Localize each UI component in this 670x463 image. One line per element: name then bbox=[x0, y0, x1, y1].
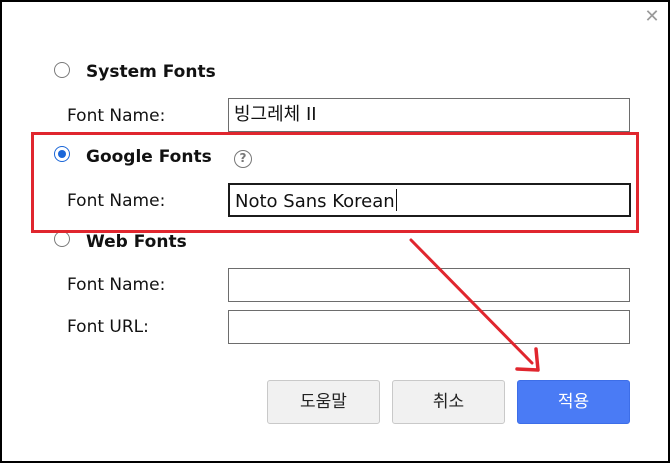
font-dialog: ✕ System Fonts Font Name: 빙그레체 II Google… bbox=[0, 0, 670, 463]
google-font-name-input[interactable]: Noto Sans Korean bbox=[228, 183, 631, 217]
system-fonts-title: System Fonts bbox=[86, 62, 216, 82]
google-fonts-title: Google Fonts bbox=[86, 147, 212, 167]
google-fonts-radio[interactable] bbox=[54, 146, 70, 162]
help-button[interactable]: 도움말 bbox=[267, 380, 380, 424]
system-font-name-value: 빙그레체 II bbox=[234, 104, 317, 125]
web-font-url-label: Font URL: bbox=[67, 317, 149, 337]
close-icon[interactable]: ✕ bbox=[642, 6, 662, 28]
system-font-name-label: Font Name: bbox=[67, 106, 166, 126]
web-font-name-input[interactable] bbox=[228, 268, 630, 302]
web-fonts-title: Web Fonts bbox=[86, 232, 187, 252]
apply-button[interactable]: 적용 bbox=[517, 380, 630, 424]
system-fonts-radio[interactable] bbox=[54, 62, 70, 78]
web-fonts-radio[interactable] bbox=[54, 231, 70, 247]
google-font-name-label: Font Name: bbox=[67, 191, 166, 211]
web-font-name-label: Font Name: bbox=[67, 275, 166, 295]
help-icon[interactable]: ? bbox=[234, 150, 252, 168]
google-font-name-value: Noto Sans Korean bbox=[235, 191, 395, 212]
system-font-name-input[interactable]: 빙그레체 II bbox=[228, 98, 630, 132]
cancel-button[interactable]: 취소 bbox=[392, 380, 505, 424]
text-caret bbox=[395, 189, 397, 211]
web-font-url-input[interactable] bbox=[228, 310, 630, 344]
